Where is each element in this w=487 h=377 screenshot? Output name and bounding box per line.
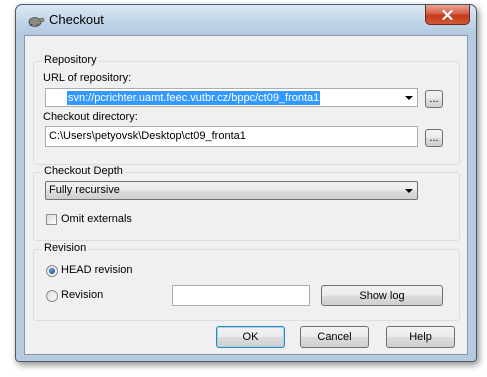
checkout-depth-group-label: Checkout Depth [42,165,125,177]
repository-group-label: Repository [42,54,99,66]
tortoise-icon [28,17,45,27]
head-revision-label[interactable]: HEAD revision [61,264,133,276]
dialog-client-area: Repository URL of repository: svn://pcri… [24,35,468,355]
title-bar[interactable]: Checkout [16,5,476,35]
help-button[interactable]: Help [386,326,455,348]
checkout-directory-label: Checkout directory: [43,111,138,123]
url-label: URL of repository: [43,72,132,84]
close-button[interactable] [425,5,470,25]
url-combobox[interactable]: svn://pcrichter.uamt.feec.vutbr.cz/bppc/… [45,88,418,107]
chevron-down-icon[interactable] [405,189,413,193]
checkout-depth-value: Fully recursive [49,184,120,196]
ok-button[interactable]: OK [216,326,285,348]
revision-radio[interactable] [46,290,58,302]
omit-externals-checkbox[interactable] [46,214,57,225]
chevron-down-icon[interactable] [405,96,413,100]
url-combobox-value: svn://pcrichter.uamt.feec.vutbr.cz/bppc/… [67,91,321,105]
window-title: Checkout [49,12,104,27]
cancel-button[interactable]: Cancel [300,326,369,348]
omit-externals-label[interactable]: Omit externals [61,213,132,225]
close-icon [442,9,453,20]
checkout-depth-select[interactable]: Fully recursive [45,181,418,200]
head-revision-radio[interactable] [46,265,58,277]
show-log-button[interactable]: Show log [321,285,443,306]
radio-selected-dot [49,268,55,274]
checkout-directory-value: C:\Users\petyovsk\Desktop\ct09_fronta1 [49,130,246,142]
checkout-dialog: Checkout Repository URL of repository: s… [15,4,477,362]
revision-group-label: Revision [42,242,89,254]
revision-number-field[interactable] [172,285,310,306]
revision-radio-label[interactable]: Revision [61,289,103,301]
browse-url-button[interactable]: ... [425,90,443,108]
browse-directory-button[interactable]: ... [425,129,443,147]
checkout-directory-field[interactable]: C:\Users\petyovsk\Desktop\ct09_fronta1 [45,126,418,147]
